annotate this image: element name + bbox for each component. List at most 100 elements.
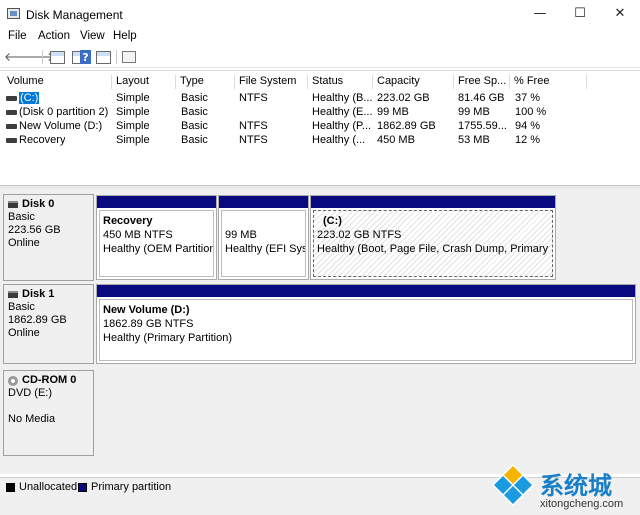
partition-size: 1862.89 GB NTFS (103, 318, 194, 330)
table-row[interactable]: (Disk 0 partition 2) Simple Basic Health… (0, 106, 640, 120)
partition-recovery[interactable]: Recovery 450 MB NTFS Healthy (OEM Partit… (96, 195, 217, 280)
partition-efi[interactable]: 99 MB Healthy (EFI System Partition) (218, 195, 309, 280)
primary-partition-bar (97, 196, 216, 208)
partition-d[interactable]: New Volume (D:) 1862.89 GB NTFS Healthy … (96, 284, 636, 364)
disk-1-label[interactable]: Disk 1 Basic 1862.89 GB Online (3, 284, 94, 364)
column-capacity[interactable]: Capacity (374, 75, 454, 89)
partition-name (225, 214, 302, 228)
watermark: 系统城 xitongcheng.com (488, 460, 640, 515)
column-free-space[interactable]: Free Sp... (455, 75, 510, 89)
partition-status: Healthy (Boot, Page File, Crash Dump, Pr… (317, 243, 552, 255)
column-file-system[interactable]: File System (236, 75, 308, 89)
column-layout[interactable]: Layout (113, 75, 176, 89)
menu-action[interactable]: Action (38, 30, 70, 42)
layout-cell: Simple (116, 92, 150, 104)
layout-cell: Simple (116, 106, 150, 118)
capacity-cell: 450 MB (377, 134, 415, 146)
volume-name: New Volume (D:) (19, 120, 103, 132)
percent-free-cell: 100 % (515, 106, 547, 118)
menu-bar: File Action View Help (0, 28, 640, 46)
menu-help[interactable]: Help (113, 30, 137, 42)
volume-name: (C:) (19, 92, 40, 104)
watermark-url-text: xitongcheng.com (540, 498, 624, 510)
back-arrow-icon[interactable]: 🡐 (4, 49, 36, 65)
disk-state: Online (8, 237, 40, 249)
free-space-cell: 1755.59... (458, 120, 507, 132)
disk-name: Disk 1 (22, 288, 55, 300)
type-cell: Basic (181, 92, 208, 104)
watermark-chinese-text: 系统城 (540, 472, 612, 500)
toolbar-separator (42, 50, 43, 64)
drive-icon (6, 110, 17, 115)
file-system-cell: NTFS (239, 120, 268, 132)
close-button[interactable]: ✕ (597, 0, 640, 28)
primary-partition-bar (311, 196, 555, 208)
free-space-cell: 81.46 GB (458, 92, 505, 104)
hard-disk-icon (8, 291, 18, 298)
partition-size: 99 MB (225, 229, 257, 241)
partition-status: Healthy (OEM Partition) (103, 243, 214, 255)
disk-graphical-view[interactable]: Disk 0 Basic 223.56 GB Online Recovery 4… (0, 189, 640, 474)
free-space-cell: 99 MB (458, 106, 490, 118)
legend-unallocated: Unallocated (19, 481, 78, 493)
capacity-cell: 99 MB (377, 106, 409, 118)
disk-type: Basic (8, 211, 35, 223)
column-type[interactable]: Type (177, 75, 235, 89)
capacity-cell: 1862.89 GB (377, 120, 436, 132)
volume-name: Recovery (19, 134, 66, 146)
disk-0-label[interactable]: Disk 0 Basic 223.56 GB Online (3, 194, 94, 281)
percent-free-cell: 94 % (515, 120, 541, 132)
free-space-cell: 53 MB (458, 134, 490, 146)
table-row[interactable]: (C:) Simple Basic NTFS Healthy (B... 223… (0, 92, 640, 106)
toolbar-separator (116, 50, 117, 64)
disk-management-app-icon (7, 8, 20, 19)
hard-disk-icon (8, 201, 18, 208)
status-cell: Healthy (E... (312, 106, 373, 118)
status-cell: Healthy (B... (312, 92, 373, 104)
cd-rom-icon (8, 375, 18, 386)
disk-size: 1862.89 GB (8, 314, 67, 326)
layout-cell: Simple (116, 134, 150, 146)
show-hide-console-tree-icon[interactable] (50, 51, 65, 64)
drive-icon (6, 124, 17, 129)
percent-free-cell: 12 % (515, 134, 541, 146)
type-cell: Basic (181, 120, 208, 132)
menu-view[interactable]: View (80, 30, 105, 42)
percent-free-cell: 37 % (515, 92, 541, 104)
partition-status: Healthy (EFI System Partition) (225, 243, 306, 255)
status-cell: Healthy (P... (312, 120, 372, 132)
menu-file[interactable]: File (8, 30, 27, 42)
table-row[interactable]: Recovery Simple Basic NTFS Healthy (... … (0, 134, 640, 148)
disk-type: DVD (E:) (8, 387, 52, 399)
volume-list-view[interactable]: Volume Layout Type File System Status Ca… (0, 70, 640, 185)
partition-c[interactable]: (C:) 223.02 GB NTFS Healthy (Boot, Page … (310, 195, 556, 280)
toolbar: 🡐 🡒 ? (0, 46, 640, 68)
disk-state: Online (8, 327, 40, 339)
forward-arrow-icon[interactable]: 🡒 (22, 49, 54, 65)
layout-cell: Simple (116, 120, 150, 132)
settings-list-icon[interactable] (122, 51, 136, 63)
volume-name: (Disk 0 partition 2) (19, 106, 109, 118)
primary-partition-bar (219, 196, 308, 208)
partition-name: New Volume (D:) (103, 304, 190, 316)
column-status[interactable]: Status (309, 75, 373, 89)
partition-size: 223.02 GB NTFS (317, 229, 402, 241)
title-bar: Disk Management — ☐ ✕ (0, 0, 640, 28)
help-icon[interactable]: ? (80, 50, 91, 64)
disk-size: 223.56 GB (8, 224, 61, 236)
column-volume[interactable]: Volume (4, 75, 112, 89)
legend-primary-partition: Primary partition (91, 481, 172, 493)
properties-icon[interactable] (96, 51, 111, 64)
partition-size: 450 MB NTFS (103, 229, 173, 241)
disk-state: No Media (8, 413, 56, 425)
file-system-cell: NTFS (239, 134, 268, 146)
primary-partition-bar (97, 285, 635, 297)
drive-icon (6, 96, 17, 101)
disk-name: CD-ROM 0 (22, 374, 77, 386)
window-title: Disk Management (26, 8, 123, 22)
type-cell: Basic (181, 106, 208, 118)
cdrom-0-label[interactable]: CD-ROM 0 DVD (E:) No Media (3, 370, 94, 456)
table-row[interactable]: New Volume (D:) Simple Basic NTFS Health… (0, 120, 640, 134)
disk-name: Disk 0 (22, 198, 55, 210)
column-percent-free[interactable]: % Free (511, 75, 587, 89)
